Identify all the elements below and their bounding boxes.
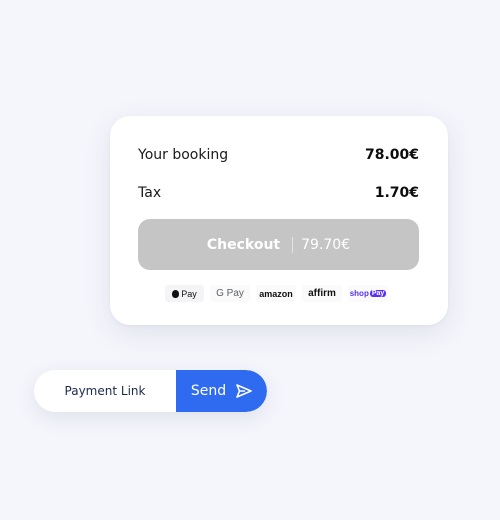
amazon-pay-logo: amazon <box>256 285 296 302</box>
apple-icon <box>172 289 180 298</box>
booking-row: Your booking 78.00€ <box>138 145 419 165</box>
shop-pay-logo: shop Pay <box>348 285 388 302</box>
booking-summary-card: Your booking 78.00€ Tax 1.70€ Checkout 7… <box>110 116 448 325</box>
shop-pay-badge: Pay <box>369 290 387 297</box>
checkout-label: Checkout <box>206 236 281 253</box>
tax-label: Tax <box>138 185 162 201</box>
booking-label: Your booking <box>138 147 229 163</box>
checkout-divider <box>292 236 294 253</box>
google-pay-logo: G Pay <box>210 285 250 302</box>
send-button[interactable]: Send <box>176 370 267 412</box>
checkout-button[interactable]: Checkout 79.70€ <box>138 219 419 270</box>
amazon-pay-text: amazon <box>259 288 293 299</box>
tax-row: Tax 1.70€ <box>138 183 419 203</box>
apple-pay-logo: Pay <box>165 285 204 302</box>
checkout-amount: 79.70€ <box>301 236 351 253</box>
apple-pay-text: Pay <box>181 288 197 299</box>
booking-amount: 78.00€ <box>364 147 419 163</box>
affirm-text: affirm <box>308 288 336 299</box>
send-label: Send <box>190 383 227 399</box>
affirm-logo: affirm <box>302 285 342 302</box>
payment-link-label[interactable]: Payment Link <box>34 370 176 412</box>
payment-link-control: Payment Link Send <box>34 370 267 412</box>
google-pay-text: G Pay <box>216 288 244 299</box>
shop-pay-text: shop <box>349 289 369 298</box>
payment-methods: Pay G Pay amazon affirm shop Pay <box>165 285 388 302</box>
send-icon <box>236 384 252 398</box>
tax-amount: 1.70€ <box>374 185 419 201</box>
